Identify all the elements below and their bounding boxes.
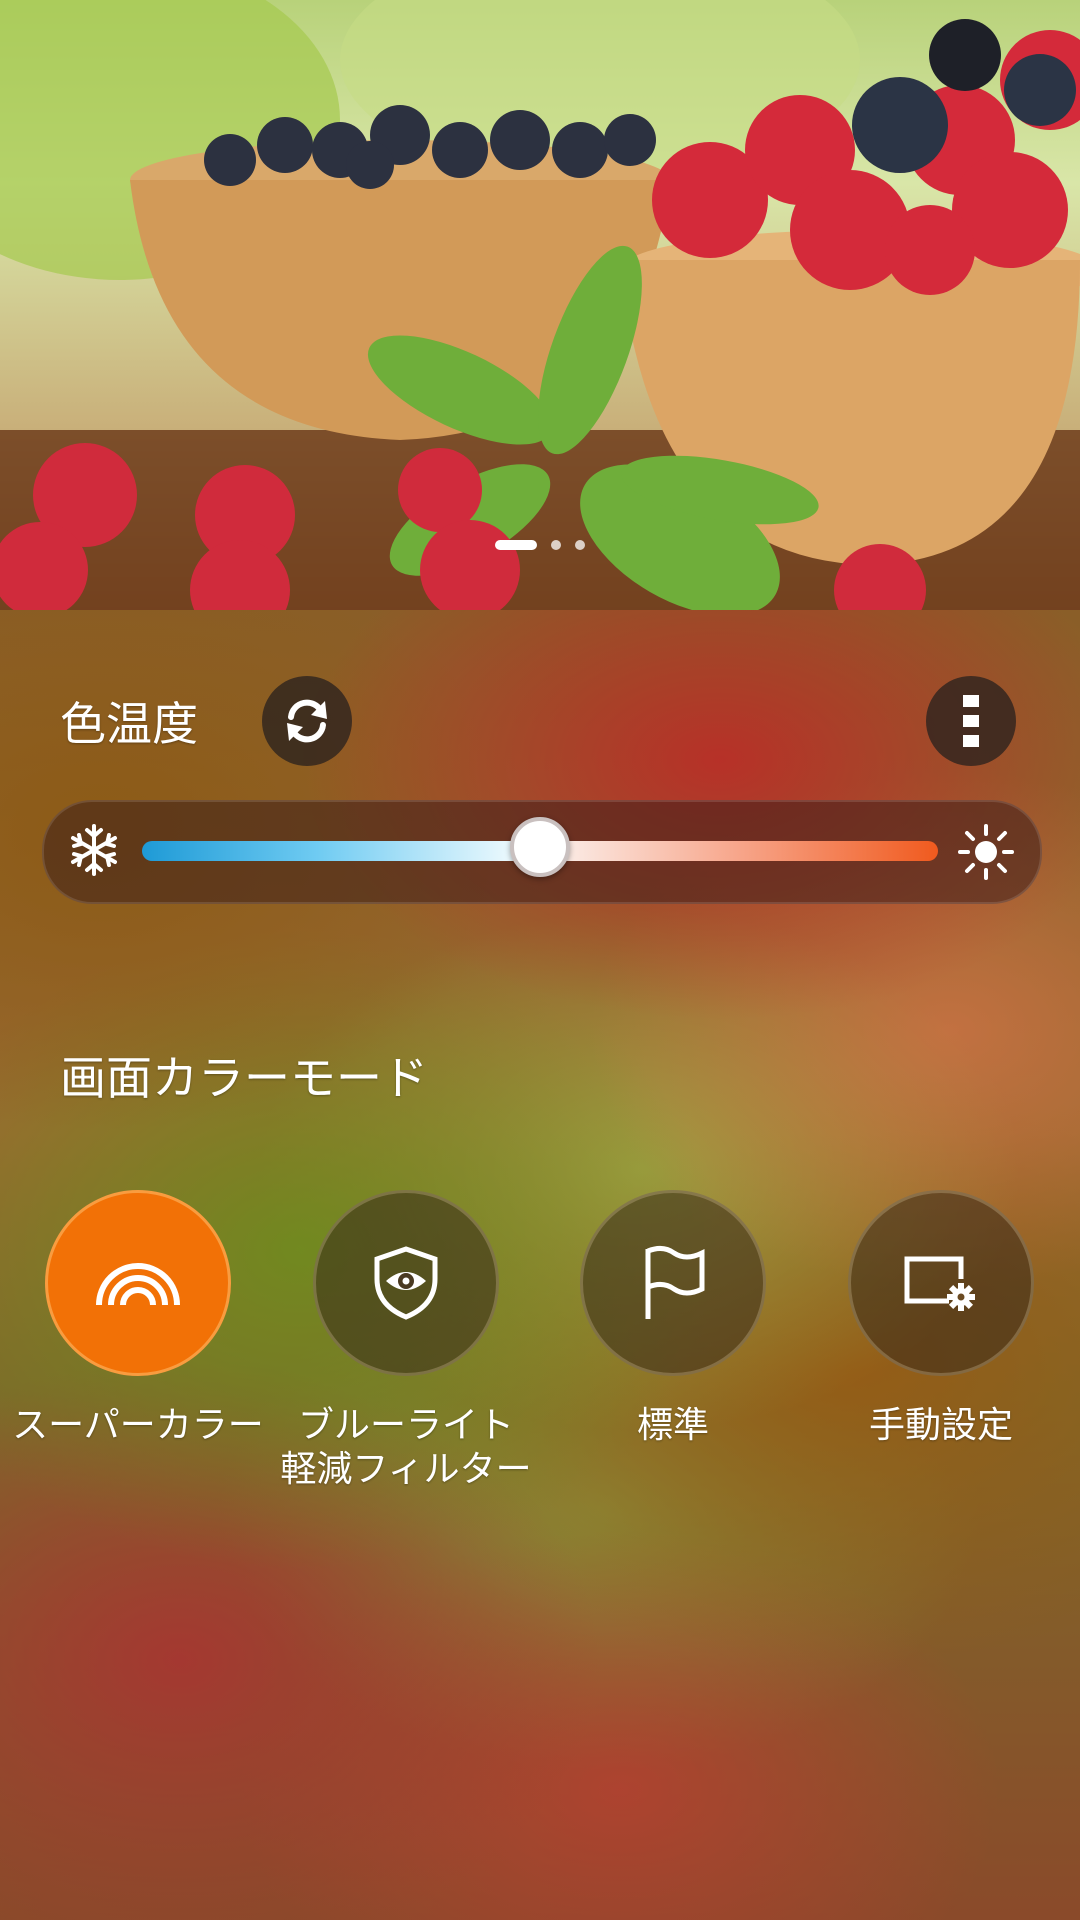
snowflake-icon — [68, 824, 120, 880]
mode-super-color-label: スーパーカラー — [12, 1405, 264, 1446]
settings-panel: 色温度 画面カラーモード スーパーカラー ブルーライト 軽減フィルター 標準 手… — [0, 610, 1080, 1920]
refresh-icon — [287, 699, 327, 743]
mode-standard[interactable]: 標準 — [543, 1190, 803, 1448]
berries-photo — [0, 0, 1080, 610]
eye-shield-icon — [374, 1246, 438, 1320]
screen-settings-icon — [904, 1256, 975, 1311]
more-vertical-icon — [963, 695, 979, 747]
color-temperature-slider[interactable] — [142, 817, 938, 877]
mode-standard-label: 標準 — [636, 1405, 709, 1446]
mode-super-color[interactable]: スーパーカラー — [8, 1190, 268, 1448]
preview-image[interactable] — [0, 0, 1080, 610]
mode-super-color-button[interactable] — [45, 1190, 231, 1376]
mode-manual-settings-label: 手動設定 — [868, 1405, 1013, 1446]
mode-blue-light-filter-button[interactable] — [313, 1190, 499, 1376]
rainbow-icon — [96, 1263, 180, 1306]
mode-blue-light-filter[interactable]: ブルーライト 軽減フィルター — [276, 1190, 536, 1492]
color-mode-title: 画面カラーモード — [60, 1051, 428, 1105]
screen: 色温度 画面カラーモード スーパーカラー ブルーライト 軽減フィルター 標準 手… — [0, 0, 1080, 1920]
sun-icon — [958, 824, 1014, 884]
flag-icon — [645, 1245, 705, 1319]
more-options-button[interactable] — [926, 676, 1016, 766]
mode-manual-settings[interactable]: 手動設定 — [811, 1190, 1071, 1448]
page-dot-1 — [495, 540, 537, 550]
page-indicator — [0, 540, 1080, 550]
page-dot-3 — [575, 540, 585, 550]
mode-blue-light-filter-label: ブルーライト 軽減フィルター — [280, 1405, 532, 1490]
mode-standard-button[interactable] — [580, 1190, 766, 1376]
mode-manual-settings-button[interactable] — [848, 1190, 1034, 1376]
page-dot-2 — [551, 540, 561, 550]
color-temperature-title: 色温度 — [60, 697, 198, 751]
slider-thumb[interactable] — [510, 817, 570, 877]
reset-button[interactable] — [262, 676, 352, 766]
